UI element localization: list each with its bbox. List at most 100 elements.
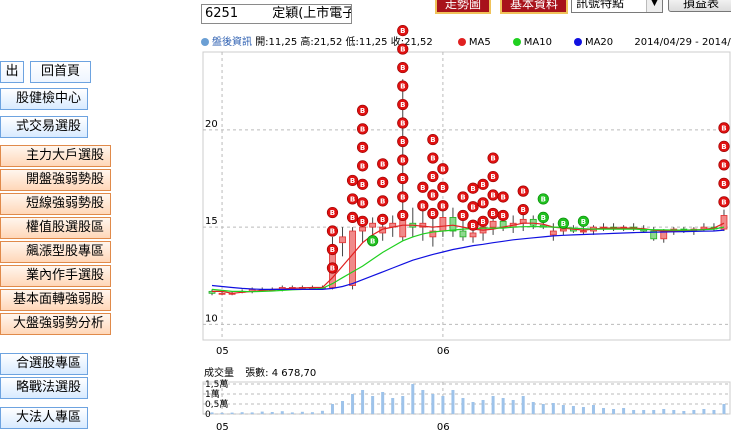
signal-marker-red: B: [487, 189, 499, 201]
candle-body: [449, 217, 457, 232]
signal-marker-green: B: [537, 193, 549, 205]
signal-letter: B: [430, 155, 435, 163]
signal-letter: B: [460, 212, 465, 220]
signal-letter: B: [330, 228, 335, 236]
signal-letter: B: [480, 199, 485, 207]
signal-letter: B: [581, 218, 586, 226]
signal-letter: B: [400, 83, 405, 91]
candle-body: [529, 218, 537, 226]
volume-bar: [531, 402, 535, 414]
signal-marker-red: B: [497, 191, 509, 203]
signal-marker-green: B: [577, 215, 590, 227]
signal-marker-red: B: [397, 191, 409, 203]
signal-letter: B: [400, 64, 405, 72]
signal-marker-red: B: [326, 225, 339, 237]
signal-marker-red: B: [718, 140, 730, 152]
signal-marker-red: B: [487, 207, 499, 220]
volume-bar: [320, 410, 324, 414]
signal-letter: B: [480, 181, 485, 189]
signal-marker-red: B: [377, 195, 389, 207]
volume-bar: [290, 412, 294, 414]
signal-letter: B: [360, 218, 365, 226]
volume-info-row: 成交量 張數: 4 678,70: [204, 368, 316, 380]
signal-letter: B: [380, 197, 385, 205]
volume-bar: [541, 404, 545, 414]
signal-marker-red: B: [397, 80, 409, 92]
volume-bar: [481, 400, 485, 414]
volume-bar: [250, 412, 254, 414]
candle-body: [439, 217, 447, 232]
signal-marker-red: B: [397, 43, 409, 55]
signal-letter: B: [400, 212, 405, 220]
volume-bar: [411, 384, 415, 414]
signal-letter: B: [440, 184, 445, 192]
signal-letter: B: [490, 155, 495, 163]
signal-letter: B: [521, 188, 526, 196]
volume-bar: [260, 411, 264, 414]
signal-marker-red: B: [427, 189, 439, 201]
signal-letter: B: [541, 196, 546, 204]
signal-letter: B: [400, 194, 405, 202]
signal-marker-red: B: [377, 213, 389, 225]
volume-bar: [330, 404, 334, 414]
signal-marker-red: B: [356, 160, 369, 172]
volume-tick-label: 0: [205, 410, 211, 420]
signal-letter: B: [470, 185, 475, 193]
signal-marker-red: B: [517, 204, 529, 216]
signal-letter: B: [330, 246, 335, 254]
candle-body: [489, 220, 497, 228]
signal-letter: B: [430, 173, 435, 181]
candle-body: [469, 232, 477, 238]
volume-bar: [270, 412, 274, 414]
signal-letter: B: [500, 194, 505, 202]
y-tick-label: 15: [205, 216, 218, 227]
signal-marker-red: B: [397, 154, 409, 166]
signal-letter: B: [400, 175, 405, 183]
ma20-line: [211, 229, 725, 290]
signal-marker-red: B: [397, 61, 409, 74]
signal-letter: B: [430, 210, 435, 218]
volume-bar: [220, 412, 224, 414]
signal-letter: B: [370, 237, 375, 245]
signal-marker-green: B: [557, 217, 569, 229]
volume-bar: [702, 409, 706, 414]
signal-marker-red: B: [477, 215, 489, 227]
volume-bar: [511, 400, 515, 414]
volume-bar: [692, 410, 696, 414]
signal-marker-red: B: [427, 133, 439, 146]
volume-bar: [642, 410, 646, 414]
signal-marker-red: B: [326, 262, 339, 274]
volume-bar: [401, 396, 405, 414]
volume-bar: [521, 396, 525, 414]
volume-bar: [612, 409, 616, 414]
signal-marker-red: B: [356, 141, 369, 153]
signal-marker-red: B: [397, 172, 409, 185]
signal-marker-red: B: [397, 24, 409, 37]
signal-marker-red: B: [397, 98, 409, 111]
signal-marker-red: B: [517, 185, 529, 197]
volume-bar: [471, 402, 475, 414]
signal-marker-red: B: [487, 152, 499, 164]
signal-letter: B: [490, 173, 495, 181]
signal-letter: B: [350, 214, 355, 222]
stock-chart: 10152005050606BBBBBBBBBBBBBBBBBBBBBBBBBB…: [202, 24, 731, 432]
volume-bar: [501, 398, 505, 414]
signal-letter: B: [330, 265, 335, 273]
candle-body: [549, 230, 557, 236]
lots-readout: 張數: 4 678,70: [245, 368, 317, 379]
volume-bar: [712, 410, 716, 414]
signal-marker-red: B: [437, 181, 449, 193]
volume-bar: [551, 403, 555, 414]
signal-marker-red: B: [346, 193, 359, 205]
signal-marker-red: B: [467, 201, 479, 213]
signal-letter: B: [440, 202, 445, 210]
candle-body: [349, 230, 356, 286]
signal-letter: B: [400, 101, 405, 109]
volume-bar: [280, 411, 284, 414]
signal-letter: B: [420, 202, 425, 210]
volume-bar: [632, 410, 636, 414]
signal-marker-green: B: [367, 235, 379, 247]
signal-marker-red: B: [397, 117, 409, 129]
signal-marker-red: B: [356, 215, 369, 227]
volume-bar: [591, 405, 595, 414]
